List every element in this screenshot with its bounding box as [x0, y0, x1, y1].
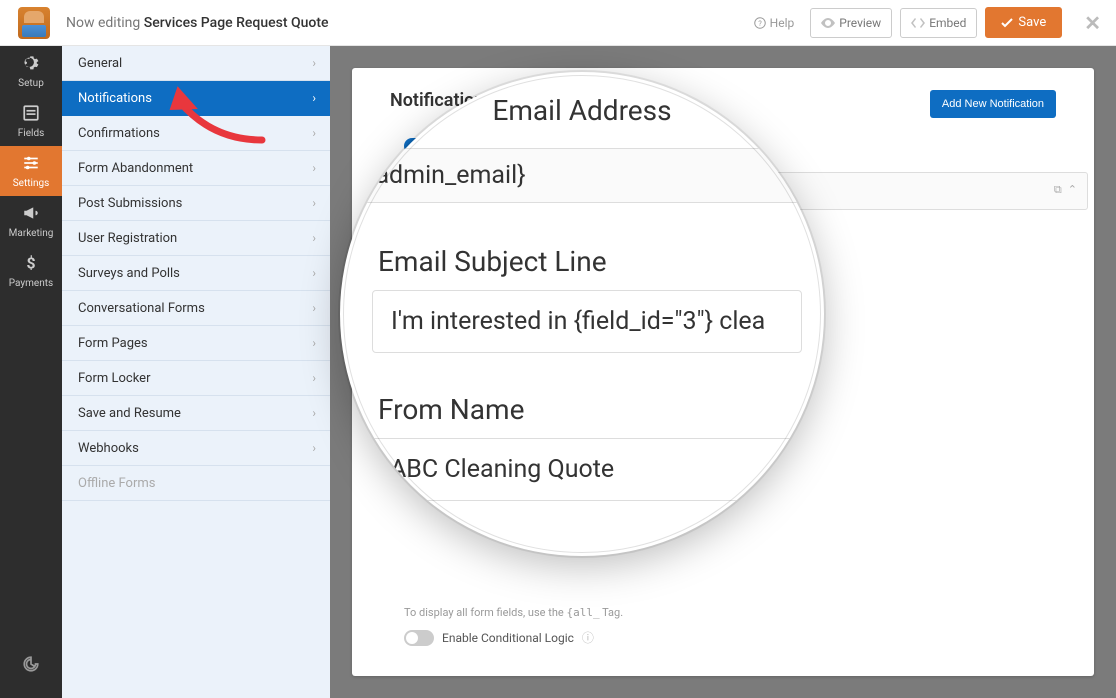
chevron-right-icon: ›	[312, 161, 316, 175]
field-value: {admin_email}	[367, 161, 526, 190]
preview-button[interactable]: Preview	[810, 8, 892, 38]
email-subject-input-zoom[interactable]: I'm interested in {field_id="3"} clea	[372, 290, 802, 353]
hints: To display all form fields, use the {all…	[404, 606, 623, 646]
sidebar-item-label: Form Locker	[78, 371, 150, 386]
sidebar-item-confirmations[interactable]: Confirmations ›	[62, 116, 330, 151]
sidebar-item-user-registration[interactable]: User Registration ›	[62, 221, 330, 256]
chevron-right-icon: ›	[312, 406, 316, 420]
dollar-icon: $	[22, 254, 40, 275]
field-value: I'm interested in {field_id="3"} clea	[391, 307, 765, 336]
chevron-right-icon: ›	[312, 91, 316, 105]
left-nav: Setup Fields Settings Marketing $ Paymen…	[0, 46, 62, 698]
embed-button[interactable]: Embed	[900, 8, 977, 38]
help-label: Help	[770, 16, 795, 30]
help-icon[interactable]: ⓘ	[582, 629, 594, 646]
sidebar-item-post-submissions[interactable]: Post Submissions ›	[62, 186, 330, 221]
bullhorn-icon	[22, 204, 40, 225]
nav-payments[interactable]: $ Payments	[0, 246, 62, 296]
sidebar-item-notifications[interactable]: Notifications ›	[62, 81, 330, 116]
sidebar-item-label: Webhooks	[78, 441, 139, 456]
eye-icon	[821, 18, 835, 28]
expand-icon[interactable]: ⌃	[1068, 183, 1077, 197]
chevron-right-icon: ›	[312, 301, 316, 315]
email-subject-label: Email Subject Line	[378, 245, 800, 278]
settings-sidebar: General › Notifications › Confirmations › F…	[62, 46, 330, 698]
chevron-right-icon: ›	[312, 231, 316, 245]
conditional-logic-toggle[interactable]	[404, 630, 434, 646]
chevron-right-icon: ›	[312, 196, 316, 210]
help-link[interactable]: ? Help	[746, 16, 803, 30]
from-name-input-zoom[interactable]: ABC Cleaning Quote	[372, 438, 802, 501]
nav-label: Settings	[13, 178, 50, 189]
sidebar-item-form-pages[interactable]: Form Pages ›	[62, 326, 330, 361]
email-address-label: Email Address	[492, 94, 671, 127]
hint-prefix: To display all form fields, use the	[404, 606, 566, 619]
sidebar-item-label: General	[78, 56, 122, 71]
sliders-icon	[22, 154, 40, 175]
sidebar-item-label: Save and Resume	[78, 406, 181, 421]
close-button[interactable]: ✕	[1084, 11, 1101, 35]
form-icon	[22, 104, 40, 125]
from-name-label: From Name	[378, 393, 800, 426]
add-notification-button[interactable]: Add New Notification	[930, 90, 1056, 118]
conditional-logic-label: Enable Conditional Logic	[442, 631, 574, 645]
history-icon	[22, 655, 40, 677]
nav-fields[interactable]: Fields	[0, 96, 62, 146]
sidebar-item-surveys-polls[interactable]: Surveys and Polls ›	[62, 256, 330, 291]
code-icon	[911, 18, 925, 28]
chevron-right-icon: ›	[312, 336, 316, 350]
save-button[interactable]: Save	[985, 7, 1062, 38]
sidebar-item-save-resume[interactable]: Save and Resume ›	[62, 396, 330, 431]
hint-suffix: Tag.	[602, 606, 623, 619]
sidebar-item-label: Surveys and Polls	[78, 266, 180, 281]
sidebar-item-general[interactable]: General ›	[62, 46, 330, 81]
preview-label: Preview	[839, 16, 881, 30]
save-label: Save	[1018, 15, 1046, 30]
nav-label: Marketing	[9, 228, 54, 239]
nav-setup[interactable]: Setup	[0, 46, 62, 96]
chevron-right-icon: ›	[312, 126, 316, 140]
sidebar-item-conversational-forms[interactable]: Conversational Forms ›	[62, 291, 330, 326]
nav-history[interactable]	[0, 644, 62, 688]
copy-icon[interactable]: ⧉	[1054, 183, 1062, 197]
sidebar-item-label: Post Submissions	[78, 196, 182, 211]
chevron-right-icon: ›	[312, 266, 316, 280]
copy-icon[interactable]: ⧉	[817, 167, 818, 183]
sidebar-item-form-abandonment[interactable]: Form Abandonment ›	[62, 151, 330, 186]
editing-prefix: Now editing	[66, 15, 140, 31]
chevron-right-icon: ›	[312, 371, 316, 385]
sidebar-item-form-locker[interactable]: Form Locker ›	[62, 361, 330, 396]
hint-tag: {all_	[566, 606, 599, 619]
svg-text:$: $	[26, 254, 35, 272]
sidebar-item-label: Conversational Forms	[78, 301, 205, 316]
nav-marketing[interactable]: Marketing	[0, 196, 62, 246]
check-icon	[1001, 18, 1013, 28]
editing-label: Now editing Services Page Request Quote	[66, 15, 329, 31]
svg-text:?: ?	[758, 19, 762, 28]
nav-settings[interactable]: Settings	[0, 146, 62, 196]
top-bar: Now editing Services Page Request Quote …	[0, 0, 1116, 46]
field-value: ABC Cleaning Quote	[390, 455, 614, 484]
close-icon: ✕	[1084, 11, 1101, 35]
nav-label: Fields	[18, 128, 45, 139]
sidebar-item-label: Offline Forms	[78, 476, 155, 491]
sidebar-item-label: Form Pages	[78, 336, 148, 351]
nav-label: Payments	[9, 278, 53, 289]
form-name: Services Page Request Quote	[144, 15, 329, 31]
send-to-email-input-zoom[interactable]: {admin_email} ⧉ ⌃	[348, 148, 818, 203]
sidebar-item-webhooks[interactable]: Webhooks ›	[62, 431, 330, 466]
sidebar-item-label: Confirmations	[78, 126, 160, 141]
chevron-right-icon: ›	[312, 441, 316, 455]
embed-label: Embed	[929, 16, 966, 30]
magnifier-zoom: Email Address {admin_email} ⧉ ⌃ Email Su…	[340, 72, 824, 556]
help-icon: ?	[754, 17, 766, 29]
nav-label: Setup	[18, 78, 44, 89]
gear-icon	[22, 54, 40, 75]
sidebar-item-label: Notifications	[78, 91, 152, 106]
sidebar-item-offline-forms[interactable]: Offline Forms	[62, 466, 330, 501]
chevron-right-icon: ›	[312, 56, 316, 70]
app-logo	[18, 7, 50, 39]
sidebar-item-label: Form Abandonment	[78, 161, 193, 176]
sidebar-item-label: User Registration	[78, 231, 177, 246]
